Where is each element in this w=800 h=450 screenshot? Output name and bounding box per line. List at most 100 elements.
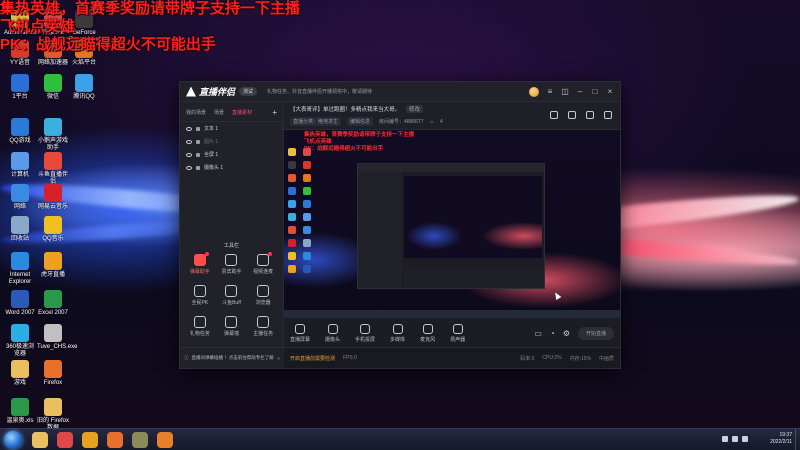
status-quality[interactable]: 中画质 <box>599 355 614 362</box>
tool-button[interactable]: 贵宾助手 <box>216 254 248 275</box>
timer-icon[interactable]: ◔ <box>550 329 555 338</box>
desktop-icon[interactable]: 游戏 <box>4 360 36 387</box>
user-avatar[interactable] <box>529 86 539 97</box>
add-source-icon[interactable]: + <box>272 108 277 117</box>
desktop-icon[interactable]: Firefox <box>37 360 69 387</box>
app-icon <box>11 398 29 416</box>
source-item[interactable]: 图片 1 <box>180 135 283 148</box>
desktop-icon[interactable]: 回收站 <box>4 216 36 243</box>
version-badge[interactable]: 测试 <box>239 87 258 96</box>
speaker-button[interactable]: 扬声器 <box>450 323 465 343</box>
game-app-icon[interactable] <box>132 432 148 448</box>
desktop-icon[interactable]: 1平台 <box>4 74 36 101</box>
minimize-icon[interactable]: – <box>576 87 584 96</box>
maximize-icon[interactable]: □ <box>591 87 599 96</box>
desktop-icon-label: Firefox <box>43 380 63 386</box>
desktop-icon[interactable]: 小鹅声游戏助手 <box>37 118 69 152</box>
tab-scenes[interactable]: 场景 <box>214 109 224 116</box>
preview-line: 集热英雄，首赛季奖励请带牌子支持一下主播 <box>304 132 415 138</box>
chrome-icon[interactable] <box>57 432 73 448</box>
visibility-icon[interactable] <box>186 139 192 144</box>
desktop-icon[interactable]: 斗鱼直播伴侣 <box>37 152 69 186</box>
desktop-icon[interactable]: Tuve_CHS.exe <box>37 324 77 351</box>
source-item[interactable]: 摄像头 1 <box>180 161 283 174</box>
camera-button[interactable]: 摄像头 <box>325 323 340 343</box>
lock-icon[interactable] <box>196 165 200 170</box>
menu-icon[interactable]: ≡ <box>546 87 554 96</box>
network-icon[interactable] <box>722 436 728 442</box>
visibility-icon[interactable] <box>186 152 192 157</box>
volume-icon[interactable] <box>732 436 738 442</box>
source-item[interactable]: 文本 1 <box>180 122 283 135</box>
desktop-icon-label: 微信 <box>46 94 59 100</box>
screen-capture-button[interactable]: 直播屏幕 <box>290 323 310 343</box>
desktop-icon[interactable]: 虎牙直播 <box>37 252 69 279</box>
input-method-icon[interactable] <box>742 436 748 442</box>
tool-button[interactable]: 全民PK <box>184 285 216 306</box>
firefox-icon[interactable] <box>107 432 123 448</box>
desktop-icon[interactable]: 计算机 <box>4 152 36 179</box>
record-toggle-icon[interactable]: ▭ <box>534 329 542 338</box>
desktop-icon[interactable]: 网易云音乐 <box>37 184 69 211</box>
gift-icon[interactable] <box>568 111 576 119</box>
edit-info-button[interactable]: 编辑信息 <box>347 117 374 126</box>
tip-bar[interactable]: ⓘ 直播间弹幕插播 ！点击前往帮助专栏了解 × <box>180 347 284 368</box>
edit-title-button[interactable]: 修改 <box>406 105 424 113</box>
clock[interactable]: 19:37 2022/2/11 <box>770 432 792 446</box>
tool-button[interactable]: 弹幕助手 <box>184 252 216 275</box>
visibility-icon[interactable] <box>186 126 192 131</box>
lock-icon[interactable] <box>196 139 200 144</box>
tip-text[interactable]: 直播间弹幕插播 ！点击前往帮助专栏了解 <box>192 355 274 361</box>
status-warning[interactable]: 开启直播前需要检测 <box>290 355 335 362</box>
desktop-icon[interactable]: Internet Explorer <box>4 252 36 286</box>
microphone-button[interactable]: 麦克风 <box>420 323 435 343</box>
gear-icon[interactable]: ⚙ <box>563 329 570 338</box>
media-player-icon[interactable] <box>82 432 98 448</box>
phone-cast-button[interactable]: 手机投屏 <box>355 323 375 343</box>
tool-icon <box>193 285 206 297</box>
stream-title[interactable]: 【大表哥评】单过跑圈！多精点我来当大哥。 <box>290 105 400 113</box>
tool-button[interactable]: 浏览器 <box>247 285 279 306</box>
close-icon[interactable]: × <box>606 87 614 96</box>
live-assistant-icon[interactable] <box>157 432 173 448</box>
desktop-icon[interactable]: 温泉奥.xls <box>4 398 36 425</box>
status-bar: 开启直播前需要检测 FPS:0 码率:0 CPU:2% 内存:15% 中画质 <box>284 347 620 368</box>
media-button[interactable]: 多媒体 <box>390 323 405 343</box>
skin-icon[interactable]: ◫ <box>561 87 569 96</box>
source-label: 图片 1 <box>204 139 219 145</box>
desktop-icon[interactable]: Word 2007 <box>4 290 36 317</box>
start-live-button[interactable]: 开始直播 <box>577 326 614 340</box>
tool-button[interactable]: 视频连麦 <box>247 252 279 275</box>
tool-button[interactable]: 斗鱼Buff <box>216 285 248 306</box>
tab-live-assets[interactable]: 直播素材 <box>232 109 252 116</box>
desktop-icon[interactable]: 微信 <box>37 74 69 101</box>
notice-text[interactable]: 礼物任务、抖音直播伴侣开播领奖中，敬请期待 <box>267 88 467 95</box>
tool-button[interactable]: 主播任务 <box>247 316 279 337</box>
visibility-icon[interactable] <box>186 165 192 170</box>
desktop-icon-label: 网络 <box>13 204 26 210</box>
desktop-icon[interactable]: QQ音乐 <box>37 216 69 243</box>
desktop-icon[interactable]: 腾讯QQ <box>68 74 100 101</box>
desktop-icon[interactable]: 旧的 Firefox 数据 <box>37 398 69 432</box>
share-icon[interactable] <box>604 111 612 119</box>
start-button-icon[interactable] <box>4 431 22 449</box>
record-icon[interactable] <box>550 111 558 119</box>
desktop-icon[interactable]: Excel 2007 <box>37 290 69 317</box>
lock-icon[interactable] <box>196 126 200 131</box>
window-titlebar[interactable]: 直播伴侣 测试 礼物任务、抖音直播伴侣开播领奖中，敬请期待 ≡ ◫ – □ × <box>180 82 620 102</box>
live-preview[interactable]: 集热英雄，首赛季奖励请带牌子支持一下主播 飞机点英雄 PK：战舰远瞄得超火不可能… <box>284 130 620 318</box>
show-desktop-button[interactable] <box>795 429 800 450</box>
stream-category[interactable]: 直播分类：绝地求生 <box>290 117 342 126</box>
lock-icon[interactable] <box>196 152 200 157</box>
file-explorer-icon[interactable] <box>32 432 48 448</box>
settings-icon[interactable] <box>586 111 594 119</box>
tool-icon <box>193 316 206 328</box>
tab-my-scenes[interactable]: 我的场景 <box>186 109 206 116</box>
desktop-icon[interactable]: 360极速浏览器 <box>4 324 36 358</box>
source-item[interactable]: 全屏 1 <box>180 148 283 161</box>
desktop-icon[interactable]: 网络 <box>4 184 36 211</box>
close-tip-icon[interactable]: × <box>277 356 280 361</box>
tool-button[interactable]: 弹幕墙 <box>216 316 248 337</box>
desktop-icon[interactable]: QQ游戏 <box>4 118 36 145</box>
tool-button[interactable]: 礼物任务 <box>184 316 216 337</box>
